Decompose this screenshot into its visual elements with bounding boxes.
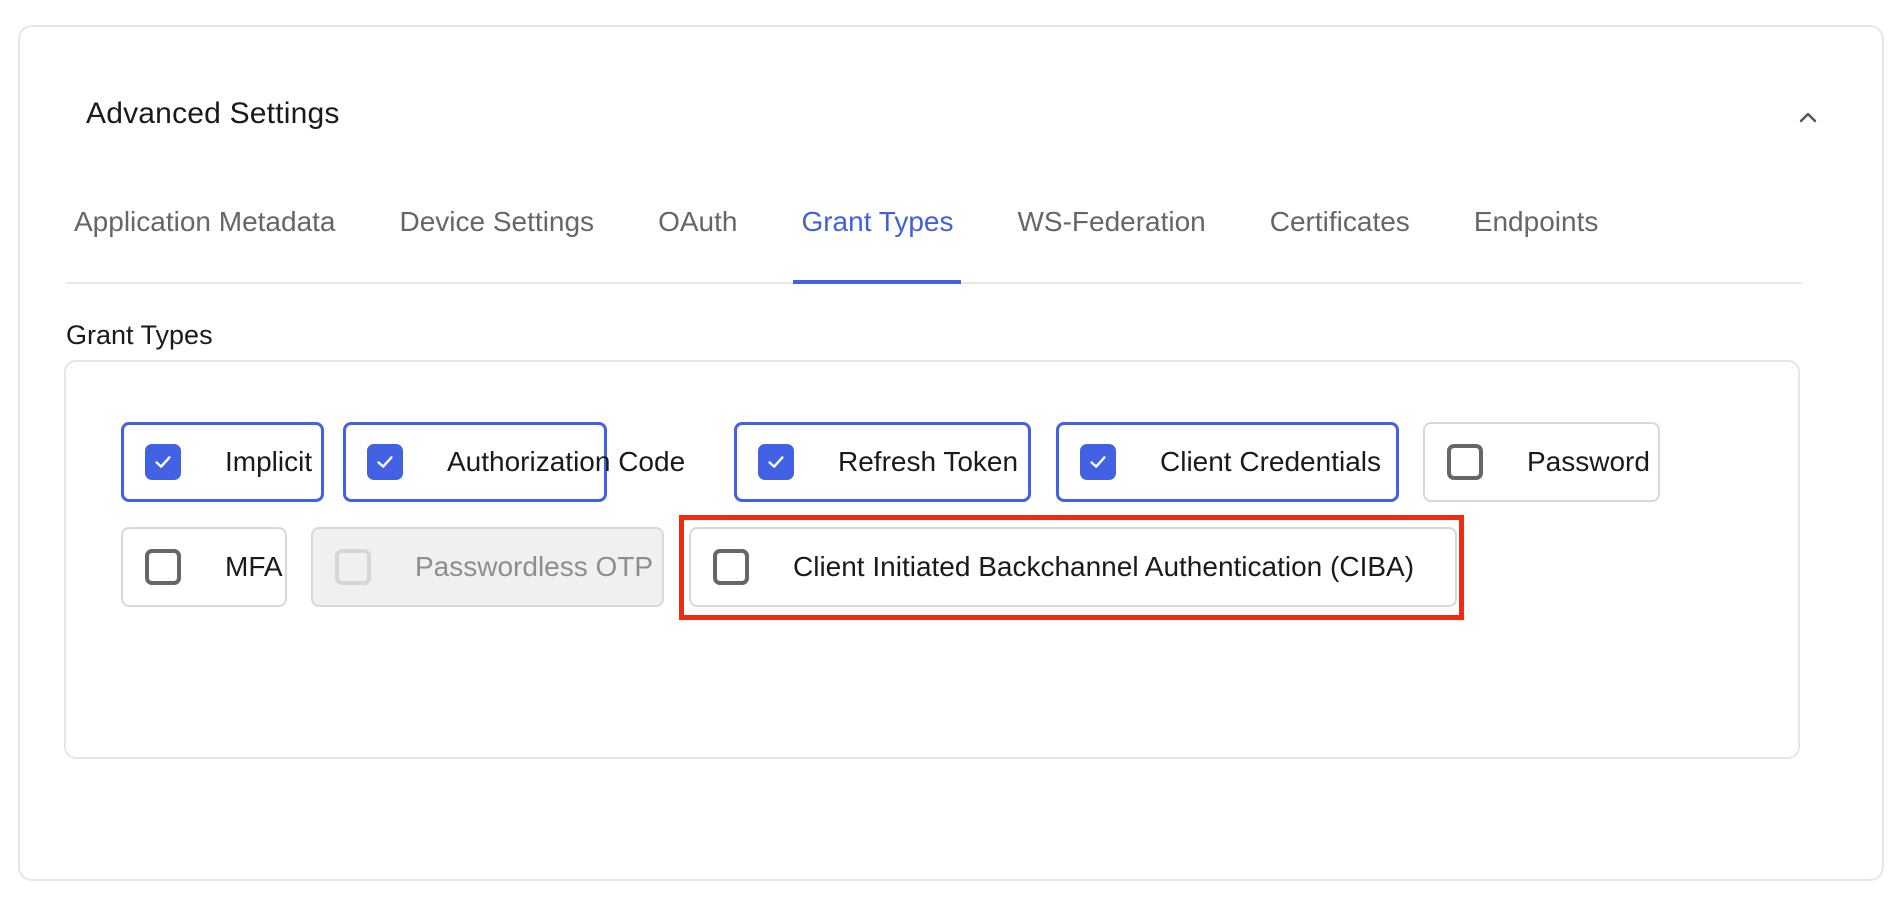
- grant-option-label: MFA: [225, 551, 283, 582]
- grant-option-label: Authorization Code: [447, 446, 686, 477]
- grant-option-label: Password: [1527, 446, 1650, 477]
- checkbox-unchecked-icon[interactable]: [1447, 444, 1483, 480]
- chevron-up-icon: [1796, 106, 1820, 135]
- grant-types-heading: Grant Types: [66, 320, 213, 350]
- tab-grant-types[interactable]: Grant Types: [793, 190, 962, 284]
- grant-option-implicit[interactable]: Implicit: [121, 422, 324, 502]
- grant-option-label: Client Initiated Backchannel Authenticat…: [793, 551, 1415, 582]
- checkbox-unchecked-icon[interactable]: [145, 549, 181, 585]
- grant-option-client-credentials[interactable]: Client Credentials: [1056, 422, 1399, 502]
- collapse-button[interactable]: [1790, 102, 1826, 138]
- grant-option-label: Implicit: [225, 446, 313, 477]
- checkbox-disabled-icon: [335, 549, 371, 585]
- grant-option-password[interactable]: Password: [1423, 422, 1660, 502]
- card-title: Advanced Settings: [86, 97, 340, 130]
- tab-endpoints[interactable]: Endpoints: [1466, 190, 1607, 282]
- checkbox-checked-icon[interactable]: [758, 444, 794, 480]
- grant-option-refresh-token[interactable]: Refresh Token: [734, 422, 1031, 502]
- grant-option-authorization-code[interactable]: Authorization Code: [343, 422, 685, 502]
- tab-certificates[interactable]: Certificates: [1262, 190, 1418, 282]
- grant-option-label: Passwordless OTP: [415, 551, 654, 582]
- tab-ws-federation[interactable]: WS-Federation: [1009, 190, 1213, 282]
- checkbox-checked-icon[interactable]: [367, 444, 403, 480]
- settings-tabs: Application Metadata Device Settings OAu…: [66, 190, 1802, 284]
- grant-option-ciba[interactable]: Client Initiated Backchannel Authenticat…: [689, 527, 1457, 607]
- checkbox-checked-icon[interactable]: [145, 444, 181, 480]
- tab-oauth[interactable]: OAuth: [650, 190, 745, 282]
- tab-application-metadata[interactable]: Application Metadata: [66, 190, 344, 282]
- grant-option-label: Client Credentials: [1160, 446, 1381, 477]
- checkbox-checked-icon[interactable]: [1080, 444, 1116, 480]
- grant-option-label: Refresh Token: [838, 446, 1019, 477]
- grant-option-mfa[interactable]: MFA: [121, 527, 287, 607]
- checkbox-unchecked-icon[interactable]: [713, 549, 749, 585]
- grant-option-passwordless-otp: Passwordless OTP: [311, 527, 664, 607]
- tab-device-settings[interactable]: Device Settings: [392, 190, 603, 282]
